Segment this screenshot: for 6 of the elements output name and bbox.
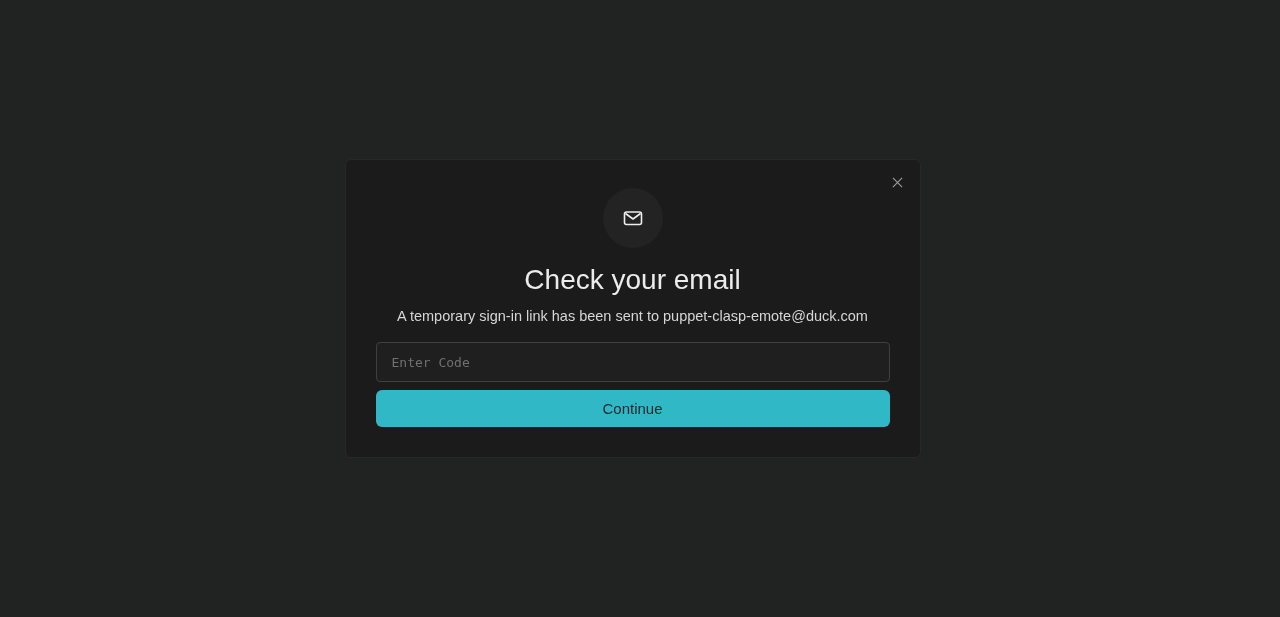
dialog-message: A temporary sign-in link has been sent to puppet-clasp-emote@duck.com — [397, 307, 868, 326]
dialog-title: Check your email — [524, 263, 741, 297]
continue-button[interactable]: Continue — [375, 390, 890, 427]
mail-icon — [602, 188, 663, 248]
close-icon[interactable] — [891, 177, 903, 188]
code-input-field[interactable]: Enter Code — [375, 342, 890, 382]
